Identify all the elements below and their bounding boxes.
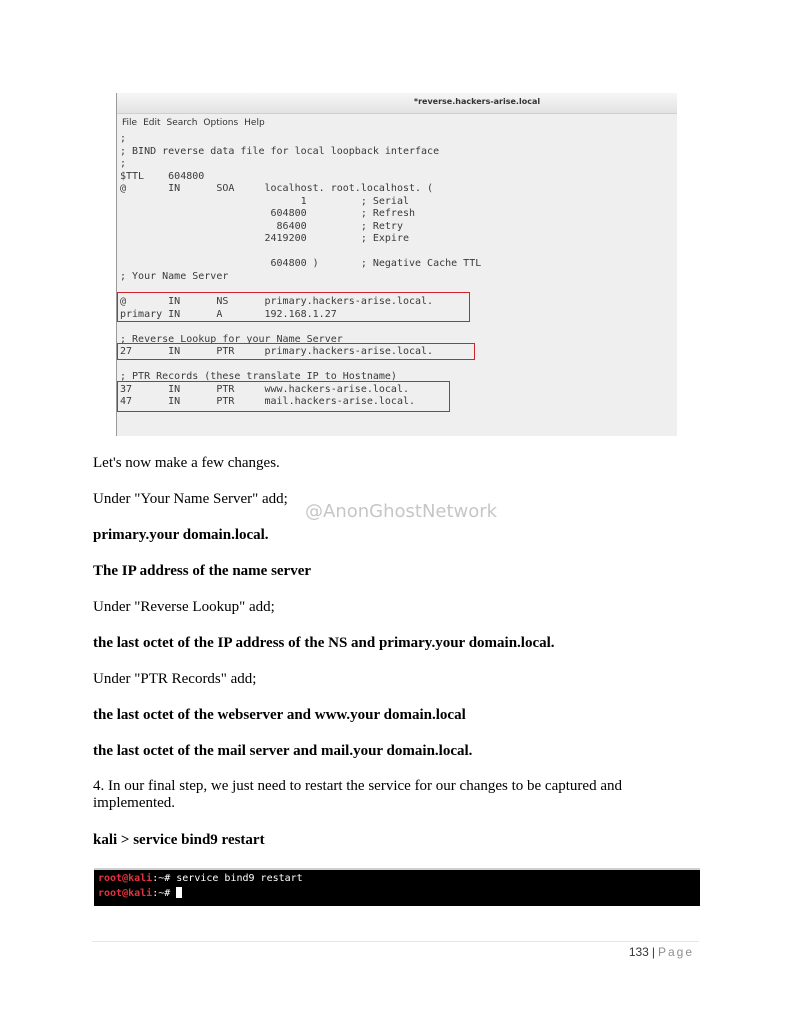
terminal-window[interactable]: root@kali:~# service bind9 restart root@… [94,868,700,906]
menu-help[interactable]: Help [244,118,265,128]
menu-edit[interactable]: Edit [143,118,160,128]
page-word: Page [657,945,694,959]
paragraph-name-server-heading: Under "Your Name Server" add; [93,491,288,507]
paragraph-intro: Let's now make a few changes. [93,455,280,471]
terminal-prompt-user: root@kali [98,873,153,884]
editor-title: *reverse.hackers-arise.local [413,97,541,106]
menu-search[interactable]: Search [167,118,198,128]
editor-titlebar: *reverse.hackers-arise.local [117,93,677,114]
page-footer: 133 | Page [629,945,694,959]
paragraph-reverse-lookup-heading: Under "Reverse Lookup" add; [93,599,275,615]
paragraph-final-step: 4. In our final step, we just need to re… [93,778,622,811]
paragraph-ptr-heading: Under "PTR Records" add; [93,671,257,687]
terminal-line-1: root@kali:~# service bind9 restart [98,873,303,884]
paragraph-ip-address: The IP address of the name server [93,563,312,579]
terminal-prompt-user-2: root@kali [98,888,153,899]
paragraph-command: kali > service bind9 restart [93,832,265,848]
editor-menubar: File Edit Search Options Help [117,114,677,132]
paragraph-primary-domain: primary.your domain.local. [93,527,269,543]
terminal-command: :~# service bind9 restart [152,873,303,884]
highlight-ptr-records [117,381,450,412]
paragraph-webserver-octet: the last octet of the webserver and www.… [93,707,466,723]
paragraph-last-octet-ns: the last octet of the IP address of the … [93,635,555,651]
menu-file[interactable]: File [122,118,137,128]
terminal-prompt-2: :~# [152,888,177,899]
terminal-line-2: root@kali:~# [98,887,183,899]
watermark: @AnonGhostNetwork [305,501,498,522]
footer-separator: | [651,945,655,959]
terminal-cursor [176,887,183,898]
editor-window: *reverse.hackers-arise.local File Edit S… [116,93,677,436]
page-number: 133 [628,945,649,959]
footer-divider [92,941,699,942]
paragraph-mailserver-octet: the last octet of the mail server and ma… [93,743,473,759]
zone-file-content[interactable]: ; ; BIND reverse data file for local loo… [120,133,481,409]
highlight-reverse-lookup [117,343,475,360]
menu-options[interactable]: Options [203,118,238,128]
highlight-name-server [117,292,470,322]
